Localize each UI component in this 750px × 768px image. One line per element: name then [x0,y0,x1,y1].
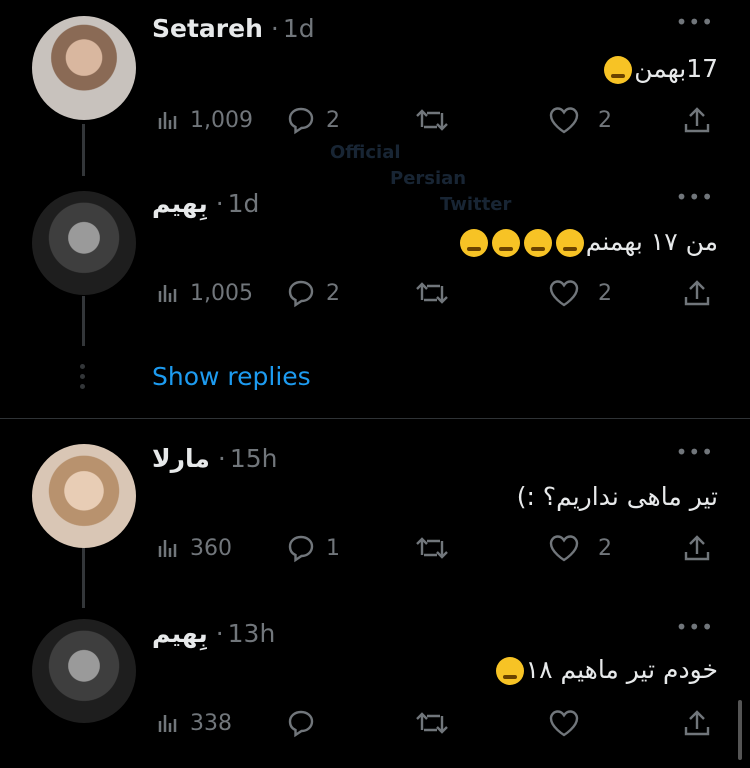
eye-roll-emoji-icon [491,229,520,257]
author-name[interactable]: بِهیم [152,619,208,648]
retweet-icon [416,282,448,304]
tweet-actions: 360 1 2 [152,528,718,568]
tweet[interactable]: بِهیم · 13h ••• خودم تیر ماهیم ۱۸ 338 [0,613,750,763]
share-icon [684,710,710,736]
laughing-tears-emoji-icon [459,229,488,257]
thread-gap-dots [78,364,88,394]
like-count: 2 [598,280,612,306]
timestamp[interactable]: 15h [230,444,278,473]
separator: · [217,443,226,473]
views-icon [158,112,177,129]
share-button[interactable] [682,100,712,140]
heart-icon [549,107,579,134]
like-button[interactable]: 2 [548,100,612,140]
author-name[interactable]: بِهیم [152,189,208,218]
views-button[interactable]: 1,009 [156,100,253,140]
tweet-text-content: من ۱۷ بهمنم [585,227,718,256]
reply-button[interactable]: 1 [286,528,340,568]
eye-roll-emoji-icon [523,229,552,257]
heart-icon [549,280,579,307]
tweet-header: بِهیم · 1d [152,183,259,223]
tweet-text-content: خودم تیر ماهیم ۱۸ [525,655,718,684]
tweet-header: Setareh · 1d [152,8,315,48]
timestamp[interactable]: 13h [228,619,276,648]
reply-count: 2 [326,280,340,306]
separator: · [215,618,224,648]
separator: · [215,188,224,218]
tweet-actions: 338 [152,703,718,743]
scrollbar[interactable] [738,700,742,760]
like-count: 2 [598,535,612,561]
share-button[interactable] [682,528,712,568]
heart-icon [549,535,579,562]
views-button[interactable]: 360 [156,528,232,568]
retweet-icon [416,537,448,559]
tweet[interactable]: مارلا · 15h ••• تیر ماهی نداریم؟ :) 360 … [0,438,750,578]
views-count: 360 [190,535,232,561]
tweet[interactable]: بِهیم · 1d ••• من ۱۷ بهمنم 1,005 2 2 [0,183,750,323]
views-button[interactable]: 1,005 [156,273,253,313]
tweet-text: تیر ماهی نداریم؟ :) [516,482,718,511]
show-replies-link[interactable]: Show replies [152,362,311,391]
like-button[interactable]: 2 [548,273,612,313]
pleading-face-emoji-icon [604,56,633,84]
tweet[interactable]: Setareh · 1d ••• 17بهمن 1,009 2 2 [0,8,750,148]
reply-button[interactable]: 2 [286,100,340,140]
share-button[interactable] [682,273,712,313]
author-name[interactable]: مارلا [152,444,210,473]
share-button[interactable] [682,703,712,743]
share-icon [684,107,710,133]
tweet-header: مارلا · 15h [152,438,277,478]
retweet-button[interactable] [414,273,460,313]
share-icon [684,280,710,306]
reply-count: 1 [326,535,340,561]
separator: · [270,13,279,43]
author-name[interactable]: Setareh [152,14,263,43]
avatar[interactable] [32,16,136,120]
timestamp[interactable]: 1d [228,189,260,218]
more-icon[interactable]: ••• [676,440,714,464]
laughing-tears-emoji-icon [555,229,584,257]
tweet-text: 17بهمن [602,54,718,84]
avatar[interactable] [32,444,136,548]
more-icon[interactable]: ••• [676,10,714,34]
reply-icon [288,280,314,308]
avatar[interactable] [32,619,136,723]
share-icon [684,535,710,561]
views-count: 1,009 [190,107,253,133]
tweet-actions: 1,005 2 2 [152,273,718,313]
retweet-button[interactable] [414,100,460,140]
tweet-actions: 1,009 2 2 [152,100,718,140]
reply-button[interactable]: 2 [286,273,340,313]
more-icon[interactable]: ••• [676,185,714,209]
tweet-text-content: 17بهمن [634,54,718,83]
reply-icon [288,710,314,738]
grinning-face-emoji-icon [495,657,524,685]
views-icon [158,285,177,302]
tweet-header: بِهیم · 13h [152,613,275,653]
reply-button[interactable] [286,703,316,743]
reply-count: 2 [326,107,340,133]
views-icon [158,715,177,732]
more-icon[interactable]: ••• [676,615,714,639]
tweet-text: خودم تیر ماهیم ۱۸ [494,655,718,685]
retweet-icon [416,712,448,734]
retweet-button[interactable] [414,528,460,568]
retweet-button[interactable] [414,703,450,743]
views-count: 1,005 [190,280,253,306]
like-button[interactable] [548,703,580,743]
views-button[interactable]: 338 [156,703,232,743]
like-count: 2 [598,107,612,133]
like-button[interactable]: 2 [548,528,612,568]
reply-icon [288,107,314,135]
timestamp[interactable]: 1d [283,14,315,43]
avatar[interactable] [32,191,136,295]
tweet-text: من ۱۷ بهمنم [458,227,718,257]
reply-icon [288,535,314,563]
heart-icon [549,710,579,737]
views-count: 338 [190,710,232,736]
divider [0,418,750,419]
views-icon [158,540,177,557]
retweet-icon [416,109,448,131]
